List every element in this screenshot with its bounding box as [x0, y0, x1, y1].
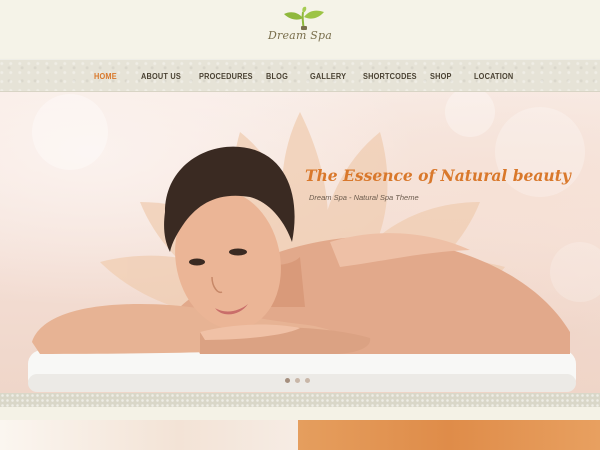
site-logo[interactable]: Dream Spa: [262, 6, 342, 50]
nav-item-gallery[interactable]: GALLERY: [310, 72, 346, 81]
site-header: Dream Spa: [0, 0, 600, 58]
slider-dot[interactable]: [295, 378, 300, 383]
hero-slider[interactable]: The Essence of Natural beauty Dream Spa …: [0, 92, 600, 393]
nav-item-location[interactable]: LOCATION: [474, 72, 513, 81]
hero-title: The Essence of Natural beauty: [305, 166, 571, 185]
hero-image: [28, 92, 600, 392]
nav-item-shortcodes[interactable]: SHORTCODES: [363, 72, 417, 81]
decorative-strip: [0, 393, 600, 407]
content-block-right: [298, 420, 600, 450]
slider-dot-active[interactable]: [285, 378, 290, 383]
logo-text: Dream Spa: [268, 29, 333, 42]
nav-item-blog[interactable]: BLOG: [266, 72, 288, 81]
slider-dot[interactable]: [305, 378, 310, 383]
hero-subtitle: Dream Spa - Natural Spa Theme: [309, 193, 419, 202]
nav-item-shop[interactable]: SHOP: [430, 72, 452, 81]
nav-item-procedures[interactable]: PROCEDURES: [199, 72, 253, 81]
nav-item-about-us[interactable]: ABOUT US: [141, 72, 181, 81]
slider-pagination: [285, 378, 315, 384]
content-block-left: [0, 420, 298, 450]
nav-item-home[interactable]: HOME: [94, 72, 117, 81]
main-navigation: HOME ABOUT US PROCEDURES BLOG GALLERY SH…: [0, 59, 600, 92]
